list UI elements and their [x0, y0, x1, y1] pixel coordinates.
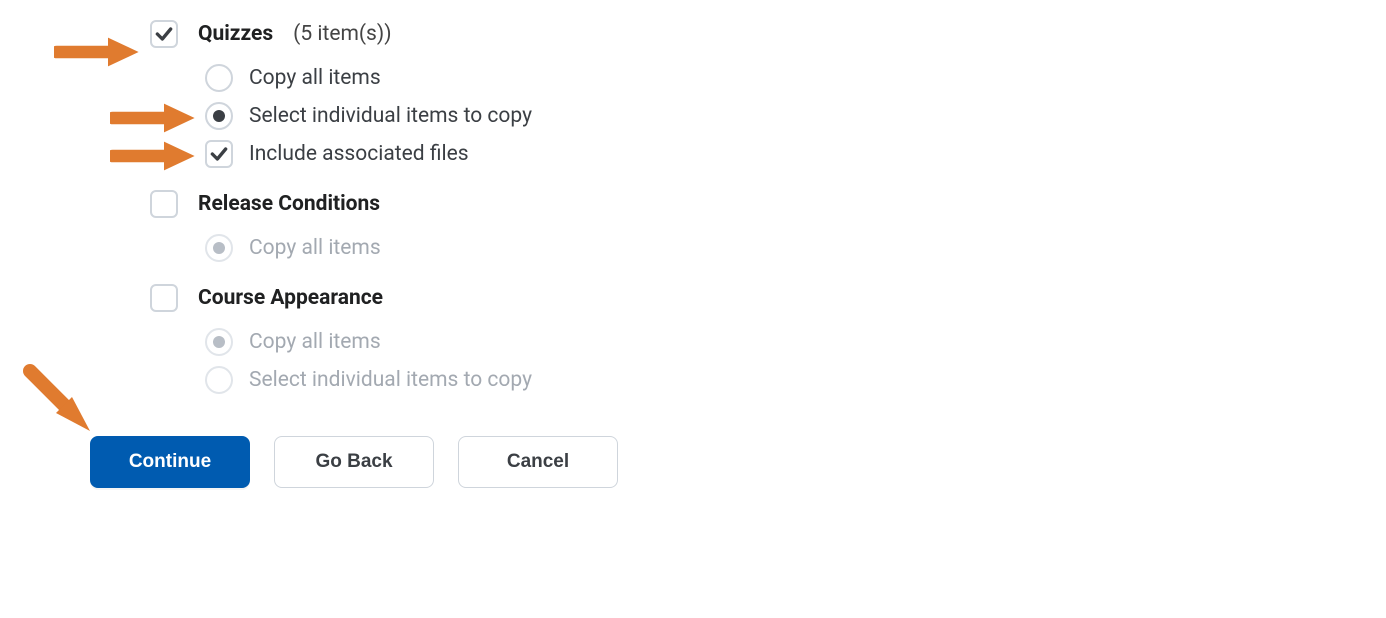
check-icon	[154, 24, 174, 44]
continue-button[interactable]: Continue	[90, 436, 250, 488]
appearance-copy-all-radio[interactable]	[205, 328, 233, 356]
release-label: Release Conditions	[198, 192, 380, 216]
quizzes-copy-all-radio[interactable]	[205, 64, 233, 92]
section-course-appearance: Course Appearance Copy all items Select …	[40, 284, 1346, 408]
radio-dot-icon	[213, 336, 225, 348]
radio-dot-icon	[213, 242, 225, 254]
quizzes-select-individual-label: Select individual items to copy	[249, 104, 532, 128]
quizzes-copy-all-row: Copy all items	[205, 62, 1346, 94]
check-icon	[209, 144, 229, 164]
quizzes-checkbox[interactable]	[150, 20, 178, 48]
section-release-conditions: Release Conditions Copy all items	[40, 190, 1346, 276]
radio-dot-icon	[213, 110, 225, 122]
quizzes-count: (5 item(s))	[293, 22, 391, 46]
quizzes-select-individual-radio[interactable]	[205, 102, 233, 130]
cancel-button[interactable]: Cancel	[458, 436, 618, 488]
button-row: Continue Go Back Cancel	[40, 416, 1346, 488]
quizzes-include-files-row: Include associated files	[205, 138, 1346, 170]
appearance-copy-all-row: Copy all items	[205, 326, 1346, 358]
release-copy-all-label: Copy all items	[249, 236, 381, 260]
quizzes-include-files-label: Include associated files	[249, 142, 469, 166]
quizzes-label: Quizzes	[198, 22, 273, 46]
quizzes-include-files-checkbox[interactable]	[205, 140, 233, 168]
release-copy-all-radio[interactable]	[205, 234, 233, 262]
annotation-arrow-icon	[110, 136, 200, 176]
quizzes-copy-all-label: Copy all items	[249, 66, 381, 90]
annotation-arrow-icon	[110, 98, 200, 138]
appearance-checkbox[interactable]	[150, 284, 178, 312]
go-back-button[interactable]: Go Back	[274, 436, 434, 488]
appearance-select-individual-radio[interactable]	[205, 366, 233, 394]
appearance-select-individual-row: Select individual items to copy	[205, 364, 1346, 396]
release-checkbox[interactable]	[150, 190, 178, 218]
appearance-select-individual-label: Select individual items to copy	[249, 368, 532, 392]
section-quizzes: Quizzes (5 item(s)) Copy all items Selec…	[40, 20, 1346, 182]
quizzes-select-individual-row: Select individual items to copy	[205, 100, 1346, 132]
release-copy-all-row: Copy all items	[205, 232, 1346, 264]
appearance-copy-all-label: Copy all items	[249, 330, 381, 354]
appearance-label: Course Appearance	[198, 286, 383, 310]
